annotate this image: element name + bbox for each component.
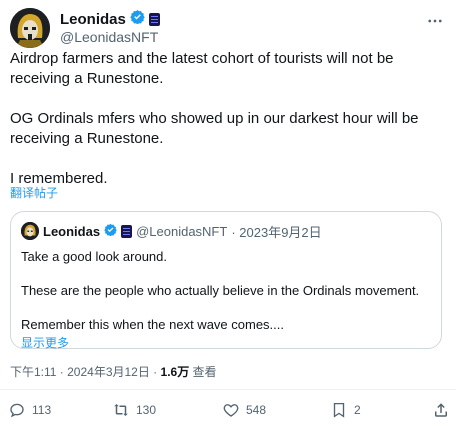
verified-icon (104, 223, 117, 239)
repost-button[interactable]: 130 (112, 401, 156, 419)
quote-paragraph-1: Take a good look around. (21, 249, 167, 264)
divider (0, 389, 456, 390)
ordinals-badge-icon (148, 12, 160, 26)
author-name-row: Leonidas (60, 9, 160, 29)
tweet-paragraph-2: OG Ordinals mfers who showed up in our d… (10, 110, 419, 147)
tweet-timestamp[interactable]: 下午1:11 · 2024年3月12日 · (10, 365, 161, 379)
quote-text: Take a good look around. These are the p… (21, 248, 431, 352)
tweet-paragraph-3: I remembered. (10, 170, 108, 187)
ordinals-badge-icon (121, 224, 133, 238)
repost-icon (114, 404, 128, 416)
action-bar: 113 130 548 2 (0, 399, 456, 423)
reply-count: 113 (32, 403, 52, 417)
tweet-paragraph-1: Airdrop farmers and the latest cohort of… (10, 50, 394, 87)
share-button[interactable] (432, 401, 450, 419)
translate-link[interactable]: 翻译帖子 (10, 184, 58, 201)
reply-icon (10, 403, 24, 418)
quote-paragraph-2: These are the people who actually believ… (21, 283, 420, 298)
tweet-text: Airdrop farmers and the latest cohort of… (10, 49, 448, 189)
tweet-meta: 下午1:11 · 2024年3月12日 · 1.6万 查看 (10, 363, 217, 380)
quote-author-name: Leonidas (43, 223, 101, 239)
show-more-link[interactable]: 显示更多 (21, 335, 431, 352)
quote-author-handle: @LeonidasNFT (136, 223, 228, 239)
like-icon (223, 404, 239, 417)
author-avatar[interactable] (10, 8, 50, 48)
more-icon[interactable] (426, 12, 444, 35)
author-name[interactable]: Leonidas (60, 11, 126, 28)
quote-paragraph-3: Remember this when the next wave comes..… (21, 317, 285, 332)
quote-header: Leonidas @LeonidasNFT · 2023年9月2日 (21, 222, 322, 240)
bookmark-button[interactable]: 2 (330, 401, 361, 419)
quote-avatar (21, 222, 39, 240)
quote-date: · 2023年9月2日 (231, 224, 322, 240)
views-label: 查看 (189, 365, 217, 379)
share-icon (435, 403, 447, 417)
repost-count: 130 (136, 403, 157, 417)
like-count: 548 (246, 403, 267, 417)
view-count: 1.6万 (160, 365, 190, 379)
bookmark-count: 2 (354, 403, 361, 417)
bookmark-icon (333, 402, 345, 418)
verified-icon (130, 9, 145, 29)
quoted-tweet[interactable]: Leonidas @LeonidasNFT · 2023年9月2日 Take a… (10, 211, 442, 352)
author-handle[interactable]: @LeonidasNFT (60, 29, 158, 45)
reply-button[interactable]: 113 (8, 401, 51, 419)
like-button[interactable]: 548 (222, 401, 266, 419)
